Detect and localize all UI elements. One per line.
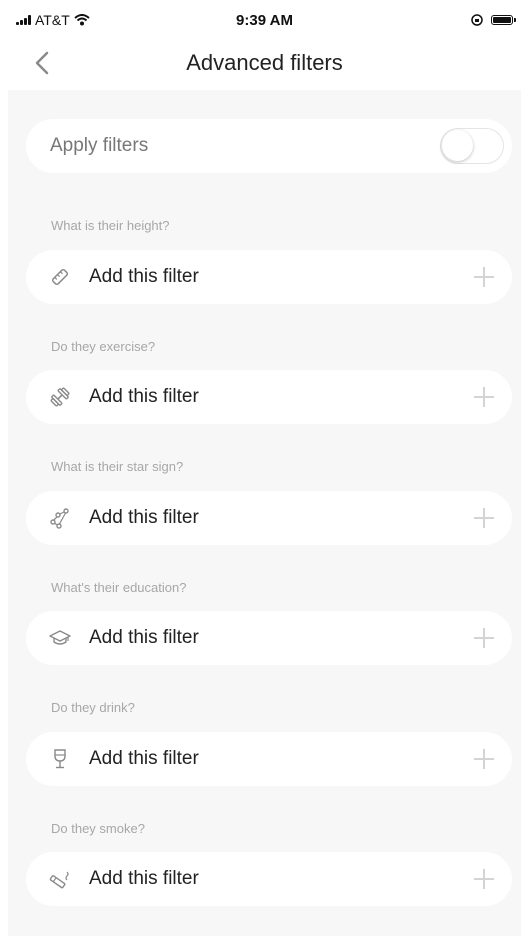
star-sign-icon [48, 506, 72, 530]
page-title: Advanced filters [186, 50, 343, 75]
add-filter-label: Add this filter [89, 507, 199, 528]
question-height: What is their height? [51, 218, 170, 233]
battery-icon [491, 15, 516, 25]
add-filter-label: Add this filter [89, 386, 199, 407]
graduation-cap-icon [48, 626, 72, 650]
filter-row-education[interactable]: Add this filter [26, 611, 512, 665]
question-smoke: Do they smoke? [51, 821, 145, 836]
filter-row-exercise[interactable]: Add this filter [26, 370, 512, 424]
nav-bar: Advanced filters [0, 40, 529, 86]
carrier-label: AT&T [35, 12, 70, 28]
filter-row-star-sign[interactable]: Add this filter [26, 491, 512, 545]
toggle-knob [442, 130, 473, 161]
apply-filters-toggle[interactable] [440, 128, 504, 164]
back-button[interactable] [28, 48, 56, 78]
filters-panel: Apply filters What is their height? Add … [8, 90, 521, 936]
ruler-icon [48, 265, 72, 289]
plus-icon [472, 867, 496, 891]
status-left: AT&T [16, 12, 90, 28]
orientation-lock-icon [471, 14, 483, 26]
status-right [471, 14, 516, 26]
plus-icon [472, 385, 496, 409]
apply-filters-label: Apply filters [50, 135, 149, 156]
add-filter-label: Add this filter [89, 627, 199, 648]
add-filter-label: Add this filter [89, 266, 199, 287]
plus-icon [472, 506, 496, 530]
chevron-left-icon [35, 51, 49, 75]
dumbbell-icon [48, 385, 72, 409]
add-filter-label: Add this filter [89, 868, 199, 889]
add-filter-label: Add this filter [89, 748, 199, 769]
status-bar: AT&T 9:39 AM [0, 0, 529, 40]
plus-icon [472, 747, 496, 771]
question-education: What's their education? [51, 580, 187, 595]
question-star-sign: What is their star sign? [51, 459, 184, 474]
plus-icon [472, 265, 496, 289]
wine-glass-icon [48, 747, 72, 771]
filter-row-height[interactable]: Add this filter [26, 250, 512, 304]
wifi-icon [74, 14, 90, 26]
apply-filters-row: Apply filters [26, 119, 512, 173]
filter-row-smoke[interactable]: Add this filter [26, 852, 512, 906]
cigarette-icon [48, 867, 72, 891]
filter-row-drink[interactable]: Add this filter [26, 732, 512, 786]
question-exercise: Do they exercise? [51, 339, 156, 354]
signal-icon [16, 15, 31, 25]
question-drink: Do they drink? [51, 700, 135, 715]
plus-icon [472, 626, 496, 650]
